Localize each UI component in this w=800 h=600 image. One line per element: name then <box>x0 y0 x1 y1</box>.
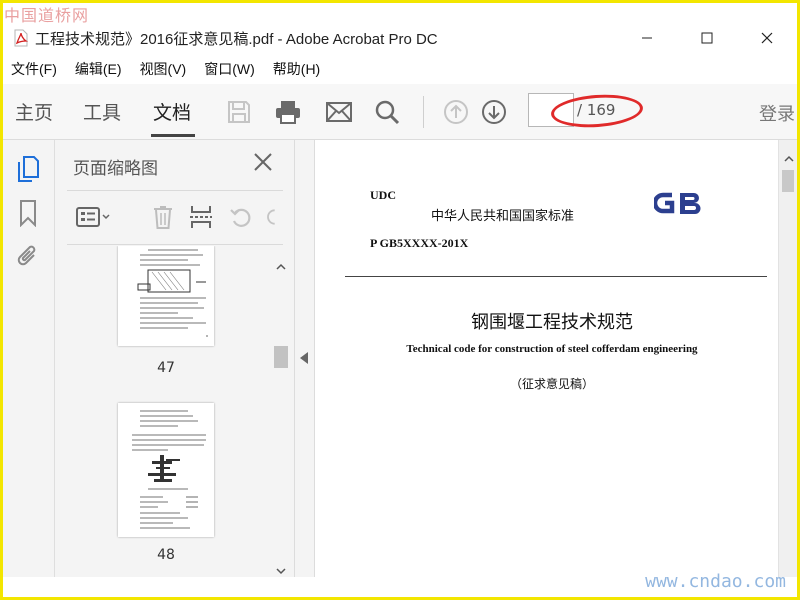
panel-divider-2 <box>67 244 283 245</box>
thumbnail-page-label: 47 <box>157 360 175 376</box>
scroll-down-arrow[interactable] <box>275 562 287 575</box>
document-view: UDC 中华人民共和国国家标准 P GB5XXXX-201X 钢围堰工程技术规范… <box>316 140 778 577</box>
watermark-bottom: www.cndao.com <box>645 571 786 592</box>
document-scrollbar[interactable] <box>778 140 797 577</box>
doc-national-standard: 中华人民共和国国家标准 <box>431 209 575 224</box>
rotate-right-icon[interactable] <box>263 202 283 232</box>
panel-title: 页面缩略图 <box>73 159 158 179</box>
toolbar-separator <box>423 96 424 128</box>
menu-help[interactable]: 帮助(H) <box>273 59 320 79</box>
close-panel-icon[interactable] <box>251 150 275 174</box>
insert-page-icon[interactable] <box>187 202 215 232</box>
email-icon[interactable] <box>321 94 357 130</box>
menu-edit[interactable]: 编辑(E) <box>75 59 122 79</box>
maximize-button[interactable] <box>677 22 737 54</box>
doc-scroll-up-arrow[interactable] <box>783 150 795 162</box>
attachment-icon[interactable] <box>13 242 43 272</box>
print-icon[interactable] <box>270 94 306 130</box>
doc-udc: UDC <box>370 188 396 202</box>
menu-window[interactable]: 窗口(W) <box>204 59 255 79</box>
collapse-panel-arrow-icon[interactable] <box>300 352 308 364</box>
login-link[interactable]: 登录 <box>759 100 795 126</box>
window-title: 工程技术规范》2016征求意见稿.pdf - Adobe Acrobat Pro… <box>35 30 438 48</box>
document-page: UDC 中华人民共和国国家标准 P GB5XXXX-201X 钢围堰工程技术规范… <box>326 140 778 577</box>
scrollbar-thumb[interactable] <box>274 346 288 368</box>
minimize-button[interactable] <box>617 22 677 54</box>
save-icon[interactable] <box>221 94 257 130</box>
rotate-left-icon[interactable] <box>227 202 255 232</box>
pdf-file-icon <box>13 29 29 47</box>
panel-tools <box>67 192 283 244</box>
scroll-up-arrow[interactable] <box>275 258 287 270</box>
title-bar: 工程技术规范》2016征求意见稿.pdf - Adobe Acrobat Pro… <box>3 22 797 54</box>
thumbnail-panel: 页面缩略图 47 48 <box>55 140 295 577</box>
menu-view[interactable]: 视图(V) <box>140 59 187 79</box>
tab-tools[interactable]: 工具 <box>83 98 121 125</box>
page-thumbnails-icon[interactable] <box>13 154 43 184</box>
menu-file[interactable]: 文件(F) <box>11 59 57 79</box>
thumbnail-options-icon[interactable] <box>75 202 115 232</box>
doc-title-chinese: 钢围堰工程技术规范 <box>471 312 633 333</box>
doc-scrollbar-thumb[interactable] <box>782 170 794 192</box>
left-nav-rail <box>3 140 55 577</box>
delete-page-icon[interactable] <box>149 202 177 232</box>
close-window-button[interactable] <box>737 22 797 54</box>
doc-title-english: Technical code for construction of steel… <box>406 343 698 355</box>
panel-collapse-strip[interactable] <box>295 140 315 577</box>
thumbnail-list: 47 48 <box>55 246 270 577</box>
watermark-top: 中国道桥网 <box>4 6 90 25</box>
gb-logo <box>652 190 706 218</box>
tab-home[interactable]: 主页 <box>15 98 53 125</box>
doc-gb-code: P GB5XXXX-201X <box>370 236 469 250</box>
doc-header-rule <box>345 276 767 277</box>
active-tab-indicator <box>151 134 195 137</box>
search-icon[interactable] <box>369 94 405 130</box>
main-toolbar: 主页 工具 文档 / 169 登录 <box>3 84 797 140</box>
next-page-icon[interactable] <box>476 94 512 130</box>
previous-page-icon[interactable] <box>438 94 474 130</box>
thumbnail-scrollbar[interactable] <box>271 246 291 577</box>
tab-document[interactable]: 文档 <box>153 98 191 125</box>
bookmark-icon[interactable] <box>13 198 43 228</box>
thumbnail-page-48[interactable] <box>118 403 214 537</box>
thumbnail-page-label: 48 <box>157 547 175 563</box>
thumbnail-page-47[interactable] <box>118 246 214 346</box>
doc-draft-note: （征求意见稿） <box>509 377 594 391</box>
menu-bar: 文件(F) 编辑(E) 视图(V) 窗口(W) 帮助(H) <box>3 56 797 82</box>
panel-divider <box>67 190 283 191</box>
